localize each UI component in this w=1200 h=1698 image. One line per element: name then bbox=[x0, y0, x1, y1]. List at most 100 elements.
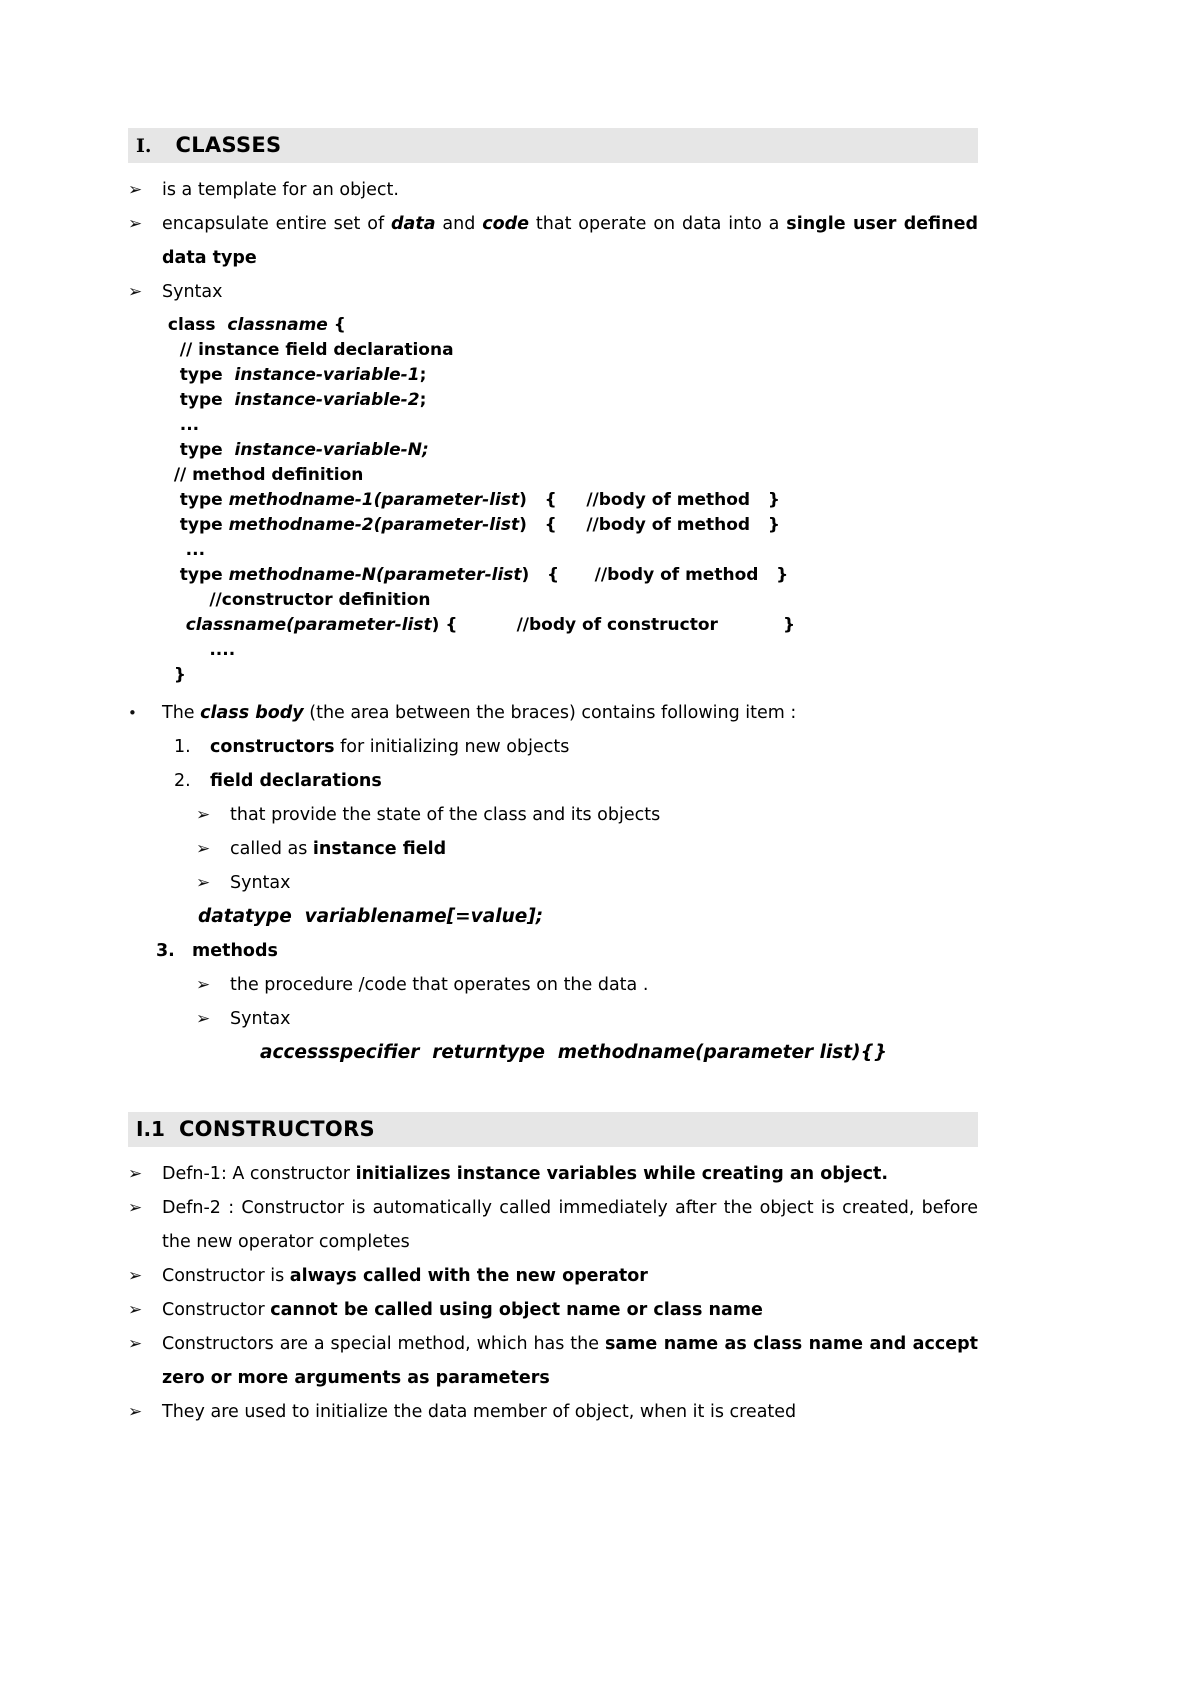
list-item: ➢ the procedure /code that operates on t… bbox=[196, 968, 978, 1002]
list-item-text: the procedure /code that operates on the… bbox=[230, 975, 649, 995]
list-item-text: Syntax bbox=[162, 282, 223, 302]
code-line: type methodname-2(parameter-list) { //bo… bbox=[162, 513, 978, 538]
list-item-text: is a template for an object. bbox=[162, 180, 399, 200]
code-text: ) { //body of method } bbox=[521, 565, 789, 585]
list-item: ➢ Constructors are a special method, whi… bbox=[128, 1327, 978, 1395]
text-fragment: Constructors are a special method, which… bbox=[162, 1334, 605, 1354]
dot-bullet-icon: • bbox=[128, 704, 137, 722]
list-item: ➢ Defn-1: A constructor initializes inst… bbox=[128, 1157, 978, 1191]
text-fragment: and bbox=[435, 214, 483, 234]
text-fragment: that operate on data into a bbox=[529, 214, 787, 234]
code-text: ) { //body of method } bbox=[519, 515, 780, 535]
section-title-constructors: CONSTRUCTORS bbox=[178, 1117, 375, 1141]
arrow-bullet-icon: ➢ bbox=[196, 975, 211, 995]
list-item-text: field declarations bbox=[210, 764, 978, 798]
text-fragment: Constructor is bbox=[162, 1266, 290, 1286]
list-item-text: called as instance field bbox=[230, 832, 978, 866]
code-text: { bbox=[327, 315, 346, 335]
code-text: class bbox=[162, 315, 228, 335]
text-fragment: for initializing new objects bbox=[334, 737, 570, 757]
code-text: type bbox=[162, 440, 235, 460]
list-item: ➢ that provide the state of the class an… bbox=[196, 798, 978, 832]
code-identifier: instance-variable-1 bbox=[234, 365, 420, 385]
code-line: type instance-variable-2; bbox=[162, 388, 978, 413]
section-number-constructors: I.1 bbox=[136, 1117, 165, 1141]
arrow-bullet-icon: ➢ bbox=[196, 839, 211, 859]
emphasis-data: data bbox=[391, 214, 436, 234]
text-fragment: The bbox=[162, 703, 201, 723]
code-identifier: instance-variable-2 bbox=[234, 390, 420, 410]
arrow-bullet-icon: ➢ bbox=[196, 1009, 211, 1029]
emphasis-cannot-be-called: cannot be called using object name or cl… bbox=[270, 1300, 763, 1320]
list-item: • The class body (the area between the b… bbox=[128, 696, 978, 730]
code-text: .... bbox=[162, 640, 236, 660]
method-declaration-syntax: accessspecifier returntype methodname(pa… bbox=[260, 1042, 887, 1063]
arrow-bullet-icon: ➢ bbox=[128, 282, 143, 302]
section-number-classes: I. bbox=[136, 135, 152, 157]
list-item: ➢ called as instance field bbox=[196, 832, 978, 866]
list-item: ➢ encapsulate entire set of data and cod… bbox=[128, 207, 978, 275]
arrow-bullet-icon: ➢ bbox=[128, 1334, 143, 1354]
code-identifier: instance-variable-N; bbox=[234, 440, 429, 460]
list-item: ➢ is a template for an object. bbox=[128, 173, 978, 207]
code-line: // method definition bbox=[162, 463, 978, 488]
code-text: ) { //body of method } bbox=[519, 490, 780, 510]
code-line: type methodname-1(parameter-list) { //bo… bbox=[162, 488, 978, 513]
list-item-text: Syntax bbox=[230, 1009, 291, 1029]
code-text: ... bbox=[162, 540, 206, 560]
emphasis-class-body: class body bbox=[200, 703, 304, 723]
code-line: type instance-variable-1; bbox=[162, 363, 978, 388]
code-identifier: methodname-1(parameter-list bbox=[228, 490, 520, 510]
text-fragment: encapsulate entire set of bbox=[162, 214, 392, 234]
code-text: type bbox=[162, 365, 235, 385]
list-number: 2. bbox=[174, 771, 191, 791]
code-text: ; bbox=[419, 365, 427, 385]
list-item: ➢ They are used to initialize the data m… bbox=[128, 1395, 978, 1429]
list-item-text: encapsulate entire set of data and code … bbox=[162, 207, 978, 275]
code-line: ... bbox=[162, 538, 978, 563]
arrow-bullet-icon: ➢ bbox=[128, 1198, 143, 1218]
list-item-text: methods bbox=[192, 934, 978, 968]
arrow-bullet-icon: ➢ bbox=[128, 1402, 143, 1422]
list-item-text: Syntax bbox=[230, 873, 291, 893]
arrow-bullet-icon: ➢ bbox=[128, 1300, 143, 1320]
code-text: // method definition bbox=[162, 465, 364, 485]
arrow-bullet-icon: ➢ bbox=[128, 214, 143, 234]
code-text: ... bbox=[162, 415, 200, 435]
arrow-bullet-icon: ➢ bbox=[128, 1164, 143, 1184]
list-item: ➢ Defn-2 : Constructor is automatically … bbox=[128, 1191, 978, 1259]
code-text: //constructor definition bbox=[162, 590, 431, 610]
list-item-text: They are used to initialize the data mem… bbox=[162, 1402, 797, 1422]
emphasis-constructors: constructors bbox=[210, 737, 335, 757]
code-text: ; bbox=[419, 390, 427, 410]
list-item-text: constructors for initializing new object… bbox=[210, 730, 978, 764]
list-item-text: Constructor cannot be called using objec… bbox=[162, 1293, 978, 1327]
code-text: type bbox=[162, 490, 229, 510]
section-heading-classes: I. CLASSES bbox=[128, 128, 978, 163]
code-line: } bbox=[162, 663, 978, 688]
code-line: type methodname-N(parameter-list) { //bo… bbox=[162, 563, 978, 588]
text-fragment: called as bbox=[230, 839, 313, 859]
numbered-list-item: 1. constructors for initializing new obj… bbox=[174, 730, 978, 764]
list-item: ➢ Syntax bbox=[196, 866, 978, 900]
text-fragment: Defn-1: A constructor bbox=[162, 1164, 356, 1184]
code-line: class classname { bbox=[162, 313, 978, 338]
list-number: 3. bbox=[156, 941, 175, 961]
emphasis-instance-field: instance field bbox=[312, 839, 447, 859]
numbered-list-item: 3. methods bbox=[156, 934, 978, 968]
code-text: type bbox=[162, 390, 235, 410]
text-fragment: Constructor bbox=[162, 1300, 271, 1320]
section-heading-constructors: I.1 CONSTRUCTORS bbox=[128, 1112, 978, 1147]
list-item-text: Constructor is always called with the ne… bbox=[162, 1259, 978, 1293]
code-identifier: classname bbox=[227, 315, 328, 335]
arrow-bullet-icon: ➢ bbox=[196, 873, 211, 893]
list-item: ➢ Constructor cannot be called using obj… bbox=[128, 1293, 978, 1327]
emphasis-code: code bbox=[482, 214, 530, 234]
list-item: ➢ Syntax bbox=[196, 1002, 978, 1036]
field-declaration-syntax: datatype variablename[=value]; bbox=[198, 906, 544, 927]
emphasis-new-operator: always called with the new operator bbox=[289, 1266, 648, 1286]
code-text: type bbox=[162, 515, 229, 535]
